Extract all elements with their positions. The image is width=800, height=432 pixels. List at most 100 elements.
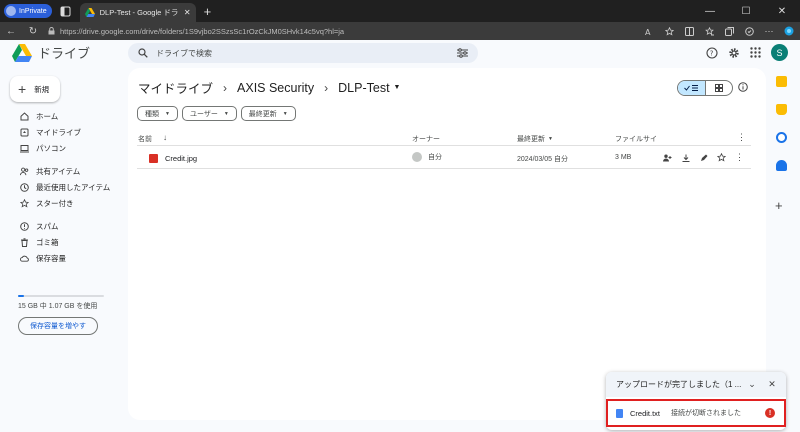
file-modified: 2024/03/05 自分 — [517, 156, 568, 163]
account-avatar[interactable]: S — [771, 44, 788, 61]
browser-toolbar: A ⋯ — [644, 22, 794, 40]
address-bar[interactable]: https://drive.google.com/drive/folders/1… — [48, 27, 344, 36]
computers-icon — [20, 144, 29, 153]
minimize-button[interactable]: — — [692, 0, 728, 22]
split-screen-icon[interactable] — [684, 26, 694, 36]
help-icon[interactable]: ? — [706, 46, 718, 59]
spam-icon — [20, 221, 29, 231]
settings-gear-icon[interactable] — [728, 47, 740, 59]
maximize-button[interactable]: ☐ — [728, 0, 764, 22]
refresh-icon[interactable]: ↻ — [22, 26, 44, 37]
calendar-icon[interactable] — [776, 76, 787, 87]
sidebar-item-trash[interactable]: ゴミ箱 — [20, 236, 59, 248]
table-row[interactable]: Credit.jpg 自分 2024/03/05 自分 3 MB ⋮ — [137, 147, 751, 169]
close-window-button[interactable]: ✕ — [764, 0, 800, 22]
column-header-modified[interactable]: 最終更新 — [517, 134, 545, 144]
view-toggle — [677, 80, 733, 96]
contacts-icon[interactable] — [776, 160, 787, 171]
breadcrumb-separator-icon: › — [223, 80, 228, 95]
sort-arrow-down-icon[interactable]: ↓ — [163, 133, 167, 142]
breadcrumb-current-folder[interactable]: DLP-Test — [338, 81, 389, 95]
favorites-icon[interactable] — [704, 26, 714, 36]
sidebar-item-label: 保存容量 — [36, 253, 66, 263]
filter-modified-chip[interactable]: 最終更新 ▼ — [240, 106, 296, 121]
drive-logo-icon — [12, 43, 32, 62]
filter-type-chip[interactable]: 種類 ▼ — [137, 106, 178, 121]
sidebar-item-storage[interactable]: 保存容量 — [20, 252, 66, 264]
cloud-icon — [20, 254, 29, 263]
filter-people-chip[interactable]: ユーザー ▼ — [181, 106, 237, 121]
keep-icon[interactable] — [776, 104, 787, 115]
drive-logo[interactable]: ドライブ — [12, 43, 90, 62]
apps-grid-icon[interactable] — [750, 47, 761, 58]
search-options-icon[interactable] — [457, 48, 468, 58]
tasks-icon[interactable] — [776, 132, 787, 143]
inprivate-badge[interactable]: InPrivate — [4, 4, 52, 18]
main-content: マイドライブ › AXIS Security › DLP-Test ▼ 種類 ▼ — [128, 68, 766, 420]
copilot-icon[interactable] — [784, 26, 794, 36]
lock-icon — [48, 27, 55, 35]
search-input[interactable]: ドライブで検索 — [128, 43, 478, 63]
sidebar-item-spam[interactable]: スパム — [20, 220, 59, 232]
trash-icon — [20, 237, 29, 247]
sidebar-item-computers[interactable]: パソコン — [20, 142, 66, 154]
collapse-chevron-down-icon[interactable]: ⌄ — [742, 379, 762, 390]
buy-storage-button[interactable]: 保存容量を増やす — [18, 317, 98, 335]
sidebar-item-starred[interactable]: スター付き — [20, 197, 74, 209]
add-star-icon[interactable] — [717, 153, 726, 162]
upload-file-name: Credit.txt — [630, 408, 661, 418]
breadcrumb-my-drive[interactable]: マイドライブ — [138, 78, 213, 97]
file-name[interactable]: Credit.jpg — [165, 154, 197, 163]
sidebar-item-recent[interactable]: 最近使用したアイテム — [20, 181, 110, 193]
my-drive-icon — [20, 128, 29, 137]
more-actions-icon[interactable]: ⋮ — [735, 152, 744, 162]
add-addon-icon[interactable]: + — [775, 198, 783, 213]
breadcrumb-separator-icon: › — [324, 80, 329, 95]
shared-icon — [20, 167, 29, 176]
grid-view-button[interactable] — [706, 81, 733, 95]
profile-avatar-icon — [6, 6, 16, 16]
sort-dropdown-icon[interactable]: ▼ — [548, 136, 553, 142]
sidebar-item-label: パソコン — [36, 143, 66, 153]
storage-progress-bar — [18, 295, 104, 297]
favorite-star-icon[interactable] — [664, 26, 674, 36]
breadcrumb-axis-security[interactable]: AXIS Security — [237, 81, 314, 95]
more-options-icon[interactable]: ⋯ — [764, 26, 774, 36]
collections-icon[interactable] — [724, 26, 734, 36]
image-file-icon — [149, 154, 158, 163]
more-options-icon[interactable]: ⋮ — [737, 132, 746, 143]
column-header-name[interactable]: 名前 — [138, 134, 152, 144]
upload-panel-header: アップロードが完了しました（1 ... ⌄ ✕ — [606, 372, 786, 397]
tab-actions-icon[interactable] — [60, 5, 72, 17]
tab-close-icon[interactable]: ✕ — [184, 8, 191, 17]
browser-tab[interactable]: DLP-Test - Google ドライブ ✕ — [79, 3, 196, 22]
svg-text:?: ? — [710, 49, 714, 57]
rename-edit-icon[interactable] — [699, 153, 708, 162]
sidebar-item-shared[interactable]: 共有アイテム — [20, 165, 80, 177]
download-icon[interactable] — [681, 153, 690, 162]
close-icon[interactable]: ✕ — [762, 379, 782, 390]
sidebar-item-my-drive[interactable]: マイドライブ — [20, 126, 81, 138]
error-alert-icon[interactable]: ! — [765, 408, 775, 418]
extensions-icon[interactable] — [744, 26, 754, 36]
upload-item-row[interactable]: Credit.txt 接続が切断されました ! — [606, 399, 786, 427]
product-name: ドライブ — [38, 46, 91, 61]
share-person-add-icon[interactable] — [663, 153, 672, 162]
column-header-size[interactable]: ファイルサイ — [615, 134, 657, 144]
read-aloud-icon[interactable]: A — [644, 26, 654, 36]
sidebar-item-home[interactable]: ホーム — [20, 110, 58, 122]
home-icon — [20, 111, 29, 121]
owner-avatar-icon — [412, 152, 422, 162]
details-info-icon[interactable] — [738, 82, 748, 92]
upload-progress-panel: アップロードが完了しました（1 ... ⌄ ✕ Credit.txt 接続が切断… — [606, 372, 786, 430]
search-icon[interactable] — [138, 48, 148, 58]
folder-menu-dropdown-icon[interactable]: ▼ — [394, 84, 401, 91]
list-view-button[interactable] — [678, 81, 706, 95]
owner-label: 自分 — [428, 154, 442, 161]
new-button[interactable]: + 新規 — [10, 76, 60, 102]
file-size: 3 MB — [615, 154, 632, 161]
column-header-owner[interactable]: オーナー — [412, 134, 440, 144]
chip-label: 最終更新 — [248, 110, 277, 118]
new-tab-icon[interactable]: + — [204, 5, 212, 18]
back-icon[interactable]: ← — [0, 26, 22, 37]
